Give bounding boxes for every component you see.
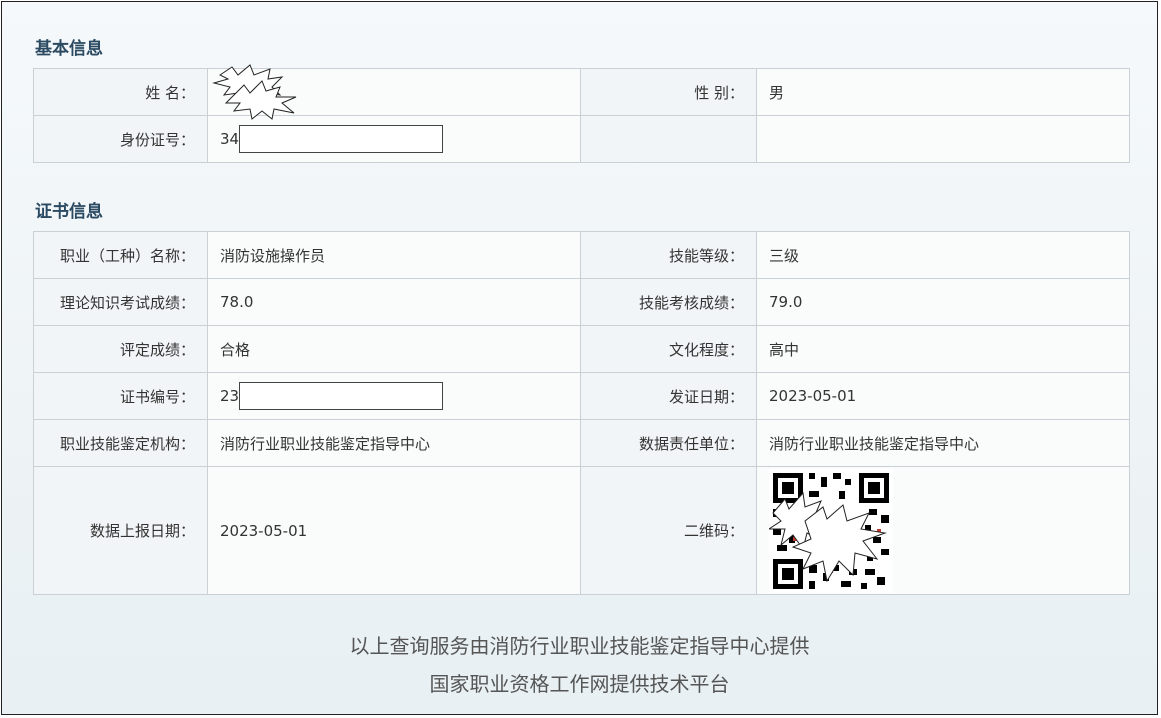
overall-result-value: 合格 xyxy=(207,325,581,373)
occupation-value: 消防设施操作员 xyxy=(207,231,581,279)
qr-code-cell xyxy=(756,466,1130,595)
theory-score-label: 理论知识考试成绩 xyxy=(59,293,180,312)
table-row: 数据上报日期： 2023-05-01 二维码： xyxy=(33,466,1130,595)
table-row: 理论知识考试成绩： 78.0 技能考核成绩： 79.0 xyxy=(33,278,1130,326)
qr-code-icon xyxy=(769,468,893,593)
appraisal-org-label: 职业技能鉴定机构 xyxy=(59,434,180,453)
cert-number-redaction-box xyxy=(239,382,444,410)
table-row: 身份证号： 34 xyxy=(33,115,1130,163)
table-row: 职业（工种）名称： 消防设施操作员 技能等级： 三级 xyxy=(33,231,1130,279)
id-redaction-box xyxy=(239,125,444,153)
id-prefix: 34 xyxy=(220,130,240,148)
gender-label: 性 别 xyxy=(694,83,729,102)
cert-info-table: 职业（工种）名称： 消防设施操作员 技能等级： 三级 理论知识考试成绩： 78.… xyxy=(33,231,1130,595)
basic-info-title: 基本信息 xyxy=(35,39,103,59)
cert-number-label: 证书编号 xyxy=(119,387,180,406)
skill-level-label: 技能等级 xyxy=(668,246,729,265)
table-row: 姓 名： 性 别： 男 xyxy=(33,64,1130,120)
education-label: 文化程度 xyxy=(668,340,729,359)
occupation-label: 职业（工种）名称 xyxy=(59,246,180,265)
footer-line-1: 以上查询服务由消防行业职业技能鉴定指导中心提供 xyxy=(349,634,810,658)
theory-score-value: 78.0 xyxy=(207,278,581,326)
certificate-page: 基本信息 姓 名： 性 别： 男 身份证号： 34 证书信息 职业（工种）名称：… xyxy=(1,1,1158,715)
table-row: 职业技能鉴定机构： 消防行业职业技能鉴定指导中心 数据责任单位： 消防行业职业技… xyxy=(33,419,1130,467)
skill-score-value: 79.0 xyxy=(756,278,1130,326)
empty-label-cell xyxy=(580,115,757,163)
report-date-value: 2023-05-01 xyxy=(207,466,581,595)
education-value: 高中 xyxy=(756,325,1130,373)
gender-value: 男 xyxy=(756,68,1130,116)
name-label-cell: 姓 名： xyxy=(33,68,208,116)
issue-date-label: 发证日期 xyxy=(668,387,729,406)
qr-code-label: 二维码 xyxy=(683,522,729,540)
gender-label-cell: 性 别： xyxy=(580,68,757,116)
name-value-cell xyxy=(207,64,581,120)
appraisal-org-value: 消防行业职业技能鉴定指导中心 xyxy=(207,419,581,467)
id-label-cell: 身份证号： xyxy=(33,115,208,163)
overall-result-label: 评定成绩 xyxy=(119,340,180,359)
issue-date-value: 2023-05-01 xyxy=(756,372,1130,420)
table-row: 证书编号： 23 发证日期： 2023-05-01 xyxy=(33,372,1130,420)
table-row: 评定成绩： 合格 文化程度： 高中 xyxy=(33,325,1130,373)
data-owner-value: 消防行业职业技能鉴定指导中心 xyxy=(756,419,1130,467)
name-label: 姓 名 xyxy=(145,83,180,102)
skill-level-value: 三级 xyxy=(756,231,1130,279)
report-date-label: 数据上报日期 xyxy=(89,522,180,540)
id-label: 身份证号 xyxy=(119,130,180,149)
cert-number-prefix: 23 xyxy=(220,387,240,405)
data-owner-label: 数据责任单位 xyxy=(638,434,729,453)
cert-info-title: 证书信息 xyxy=(35,202,103,222)
basic-info-table: 姓 名： 性 别： 男 身份证号： 34 xyxy=(33,64,1130,163)
empty-value-cell xyxy=(756,115,1130,163)
skill-score-label: 技能考核成绩 xyxy=(638,293,729,312)
redaction-starburst-icon xyxy=(212,64,297,120)
footer-line-2: 国家职业资格工作网提供技术平台 xyxy=(429,672,730,696)
